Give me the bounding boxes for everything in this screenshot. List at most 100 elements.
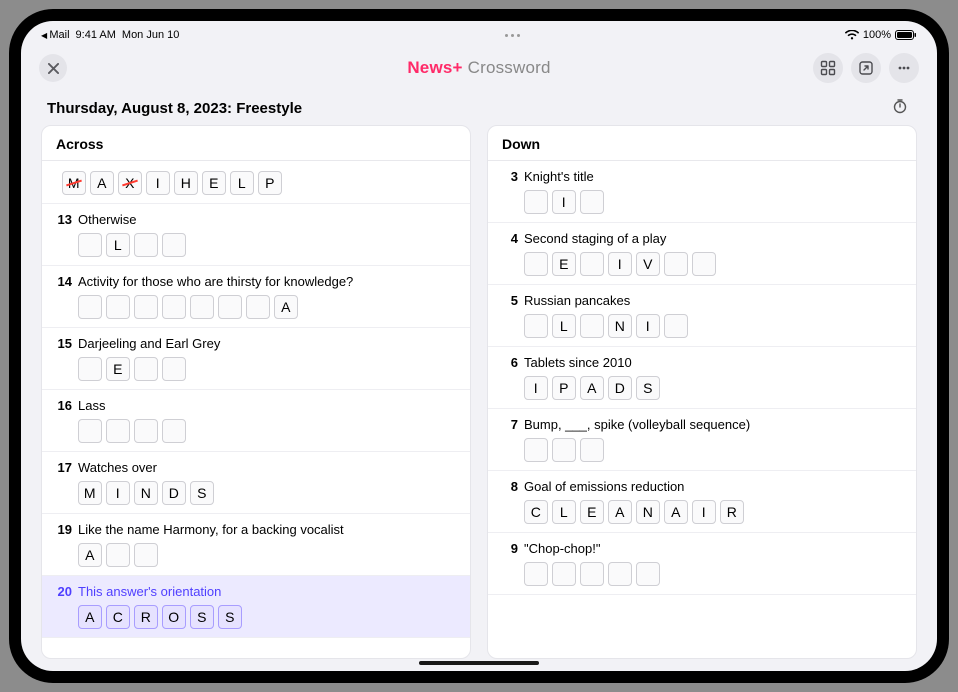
answer-cell[interactable]: I [608,252,632,276]
grid-view-button[interactable] [813,53,843,83]
clue-row[interactable]: 3Knight's titleI [488,161,916,223]
answer-cell[interactable] [162,357,186,381]
answer-cell[interactable]: N [636,500,660,524]
answer-cell[interactable] [190,295,214,319]
answer-cell[interactable]: I [692,500,716,524]
answer-cell[interactable]: I [106,481,130,505]
answer-cell[interactable] [78,357,102,381]
answer-cell[interactable]: E [552,252,576,276]
clue-row[interactable]: 16Lass [42,390,470,452]
answer-cell[interactable]: A [274,295,298,319]
answer-cell[interactable]: A [78,605,102,629]
answer-cell[interactable] [134,419,158,443]
answer-cell[interactable] [134,357,158,381]
clue-row[interactable]: MAXIHELP [42,161,470,204]
answer-cell[interactable] [580,438,604,462]
answer-cell[interactable]: C [106,605,130,629]
answer-cell[interactable]: L [230,171,254,195]
clue-row[interactable]: 7Bump, ___, spike (volleyball sequence) [488,409,916,471]
answer-cell[interactable] [162,295,186,319]
answer-cell[interactable] [162,233,186,257]
answer-cell[interactable]: S [190,605,214,629]
answer-cell[interactable]: I [552,190,576,214]
clue-row[interactable]: 15Darjeeling and Earl GreyE [42,328,470,390]
across-list[interactable]: MAXIHELP13OtherwiseL14Activity for those… [42,161,470,658]
answer-cell[interactable]: I [524,376,548,400]
answer-cell[interactable] [524,190,548,214]
answer-cell[interactable] [664,314,688,338]
answer-cell[interactable]: S [218,605,242,629]
answer-cell[interactable]: D [608,376,632,400]
external-view-button[interactable] [851,53,881,83]
answer-cell[interactable] [636,562,660,586]
home-indicator[interactable] [419,661,539,665]
clue-row[interactable]: 8Goal of emissions reductionCLEANAIR [488,471,916,533]
answer-cell[interactable] [134,295,158,319]
close-button[interactable] [39,54,67,82]
answer-cell[interactable]: A [78,543,102,567]
answer-cell[interactable] [78,419,102,443]
answer-cell[interactable]: V [636,252,660,276]
answer-cell[interactable]: L [106,233,130,257]
answer-cell[interactable]: A [90,171,114,195]
answer-cell[interactable]: S [190,481,214,505]
answer-cell[interactable]: P [552,376,576,400]
answer-cell[interactable] [524,314,548,338]
answer-cell[interactable] [524,438,548,462]
answer-cell[interactable]: O [162,605,186,629]
answer-cell[interactable] [664,252,688,276]
back-to-app[interactable]: Mail [41,29,70,41]
answer-cell[interactable]: P [258,171,282,195]
answer-cell[interactable]: R [720,500,744,524]
answer-cell[interactable]: L [552,314,576,338]
answer-cell[interactable]: N [608,314,632,338]
answer-cell[interactable]: N [134,481,158,505]
answer-cell[interactable]: M [78,481,102,505]
answer-cell[interactable]: E [106,357,130,381]
answer-cell[interactable] [580,562,604,586]
down-list[interactable]: 3Knight's titleI4Second staging of a pla… [488,161,916,658]
answer-cell[interactable] [552,562,576,586]
answer-cell[interactable] [246,295,270,319]
answer-cell[interactable] [134,233,158,257]
answer-cell[interactable]: A [608,500,632,524]
answer-cell[interactable] [608,562,632,586]
clue-row[interactable]: 4Second staging of a playEIV [488,223,916,285]
answer-cell[interactable] [106,419,130,443]
answer-cell[interactable] [78,233,102,257]
clue-row[interactable]: 9"Chop-chop!" [488,533,916,595]
clue-row[interactable]: 5Russian pancakesLNI [488,285,916,347]
answer-cell[interactable]: E [202,171,226,195]
answer-cell[interactable] [552,438,576,462]
answer-cell[interactable] [580,190,604,214]
answer-cell[interactable]: E [580,500,604,524]
clue-row[interactable]: 14Activity for those who are thirsty for… [42,266,470,328]
answer-cell[interactable]: I [146,171,170,195]
answer-cell[interactable]: C [524,500,548,524]
timer-button[interactable] [889,95,911,117]
answer-cell[interactable] [134,543,158,567]
answer-cell[interactable] [106,295,130,319]
multitask-dots[interactable] [505,34,520,37]
answer-cell[interactable] [524,562,548,586]
answer-cell[interactable] [692,252,716,276]
answer-cell[interactable] [580,314,604,338]
answer-cell[interactable]: D [162,481,186,505]
answer-cell[interactable] [580,252,604,276]
clue-row[interactable]: 6Tablets since 2010IPADS [488,347,916,409]
answer-cell[interactable] [78,295,102,319]
answer-cell[interactable]: A [664,500,688,524]
answer-cell[interactable] [524,252,548,276]
answer-cell[interactable] [162,419,186,443]
clue-row[interactable]: 13OtherwiseL [42,204,470,266]
answer-cell[interactable] [218,295,242,319]
more-button[interactable] [889,53,919,83]
answer-cell[interactable]: H [174,171,198,195]
answer-cell[interactable]: M [62,171,86,195]
clue-row[interactable]: 19Like the name Harmony, for a backing v… [42,514,470,576]
clue-row[interactable]: 17Watches overMINDS [42,452,470,514]
answer-cell[interactable] [106,543,130,567]
answer-cell[interactable]: A [580,376,604,400]
answer-cell[interactable]: S [636,376,660,400]
answer-cell[interactable]: I [636,314,660,338]
